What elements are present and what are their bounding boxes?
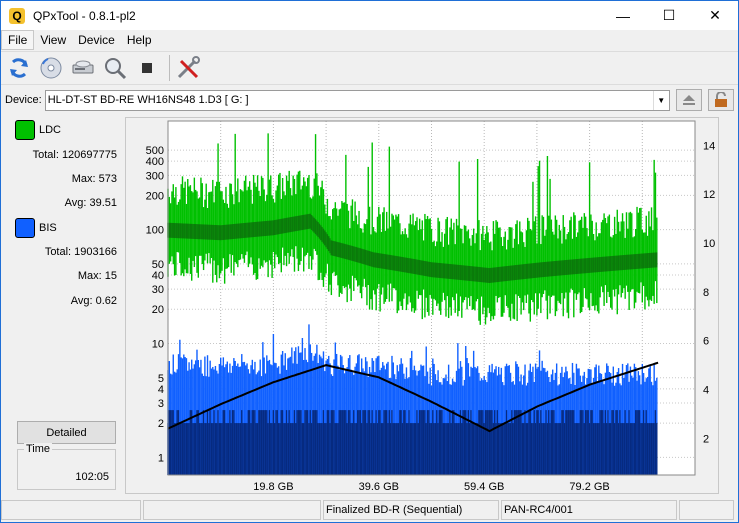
right-axis-tick-label: 6: [703, 336, 709, 348]
status-cell-2: [143, 500, 321, 520]
bis-total-label: Total:: [44, 246, 72, 258]
ldc-swatch: [15, 120, 35, 140]
stats-panel: LDC Total: 120697775 Max: 573 Avg: 39.51…: [5, 117, 123, 494]
bis-max: Max: 15: [78, 270, 117, 282]
lock-button[interactable]: [707, 89, 734, 111]
x-axis-tick-label: 59.4 GB: [464, 481, 504, 493]
menu-device[interactable]: Device: [72, 30, 121, 50]
ldc-max-label: Max:: [71, 173, 96, 185]
time-value: 102:05: [75, 471, 109, 483]
left-axis-tick-label: 2: [158, 418, 164, 430]
ldc-label: LDC: [39, 124, 62, 136]
right-axis-tick-label: 8: [703, 287, 709, 299]
right-axis-tick-label: 2: [703, 433, 709, 445]
device-select[interactable]: HL-DT-ST BD-RE WH16NS48 1.D3 [ G: ] ▼: [44, 89, 670, 111]
toolbar-separator: [169, 55, 170, 81]
left-axis-tick-label: 20: [152, 304, 164, 316]
ldc-max-value: 573: [98, 173, 117, 185]
detailed-button[interactable]: Detailed: [17, 421, 116, 444]
bis-max-label: Max:: [77, 270, 102, 282]
status-media-id: PAN-RC4/001: [501, 500, 677, 520]
bis-avg: Avg: 0.62: [71, 295, 117, 307]
bis-avg-label: Avg:: [70, 295, 93, 307]
tools-icon[interactable]: [174, 54, 202, 82]
time-group: Time 102:05: [17, 443, 116, 490]
left-axis-tick-label: 1: [158, 452, 164, 464]
toolbar: [1, 51, 738, 85]
menu-view[interactable]: View: [34, 30, 72, 50]
ldc-avg-label: Avg:: [64, 197, 87, 209]
status-cell-5: [679, 500, 734, 520]
x-axis-tick-label: 79.2 GB: [569, 481, 609, 493]
ldc-total-label: Total:: [32, 149, 59, 161]
chevron-down-icon[interactable]: ▼: [652, 90, 669, 110]
device-label: Device:: [5, 94, 42, 106]
status-media: Finalized BD-R (Sequential): [323, 500, 499, 520]
chart-frame: 500 400 300 200 100 50 40 30 20 10 5 4 3 2 1 14 12 10 8 6 4 2…: [125, 117, 719, 494]
left-axis-tick-label: 3: [158, 398, 164, 410]
eject-icon: [682, 95, 695, 105]
right-axis-tick-label: 10: [703, 238, 715, 250]
menu-bar: File View Device Help: [1, 30, 738, 50]
time-label: Time: [24, 443, 53, 455]
title-bar[interactable]: Q QPxTool - 0.8.1-pl2 — ☐ ✕: [1, 1, 738, 30]
app-logo-icon: Q: [9, 7, 25, 24]
ldc-total: Total: 120697775: [33, 149, 117, 161]
ldc-avg: Avg: 39.51: [65, 197, 117, 209]
bis-legend: BIS: [15, 218, 57, 238]
drive-icon[interactable]: [69, 54, 97, 82]
disc-scan-icon[interactable]: [37, 54, 65, 82]
stop-icon[interactable]: [133, 54, 161, 82]
left-axis-tick-label: 100: [146, 225, 164, 237]
ldc-legend: LDC: [15, 120, 61, 140]
magnifier-icon[interactable]: [101, 54, 129, 82]
left-axis-tick-label: 300: [146, 170, 164, 182]
minimize-button[interactable]: —: [600, 1, 646, 30]
status-cell-1: [1, 500, 141, 520]
device-select-value: HL-DT-ST BD-RE WH16NS48 1.D3 [ G: ]: [47, 93, 249, 106]
left-axis-tick-label: 10: [152, 339, 164, 351]
bis-label: BIS: [39, 222, 57, 234]
menu-help[interactable]: Help: [121, 30, 158, 50]
maximize-button[interactable]: ☐: [646, 1, 692, 30]
refresh-icon[interactable]: [5, 54, 33, 82]
bis-max-value: 15: [104, 270, 117, 282]
right-axis-tick-label: 14: [703, 140, 715, 152]
left-axis-tick-label: 40: [152, 270, 164, 282]
left-axis-tick-label: 30: [152, 284, 164, 296]
menu-file[interactable]: File: [1, 30, 35, 50]
right-axis-tick-label: 12: [703, 189, 715, 201]
x-axis-tick-label: 39.6 GB: [359, 481, 399, 493]
ldc-max: Max: 573: [72, 173, 117, 185]
left-axis-tick-label: 4: [158, 384, 164, 396]
bis-total-value: 1903166: [74, 246, 117, 258]
close-button[interactable]: ✕: [692, 1, 738, 30]
left-axis-tick-label: 200: [146, 190, 164, 202]
bis-avg-value: 0.62: [95, 295, 117, 307]
window-title: QPxTool - 0.8.1-pl2: [33, 8, 136, 23]
right-axis-tick-label: 4: [703, 385, 709, 397]
bis-total: Total: 1903166: [45, 246, 117, 258]
status-bar: Finalized BD-R (Sequential) PAN-RC4/001: [1, 500, 738, 522]
ldc-avg-value: 39.51: [89, 197, 117, 209]
lock-icon: [714, 92, 727, 107]
eject-button[interactable]: [675, 89, 702, 111]
scan-chart: 5004003002001005040302010543211412108642…: [146, 120, 715, 493]
bis-swatch: [15, 218, 35, 238]
x-axis-tick-label: 19.8 GB: [253, 481, 293, 493]
app-window: Q QPxTool - 0.8.1-pl2 — ☐ ✕ File View De…: [0, 0, 739, 523]
ldc-total-value: 120697775: [61, 149, 117, 161]
left-axis-tick-label: 400: [146, 156, 164, 168]
device-bar: Device: HL-DT-ST BD-RE WH16NS48 1.D3 [ G…: [1, 87, 738, 113]
